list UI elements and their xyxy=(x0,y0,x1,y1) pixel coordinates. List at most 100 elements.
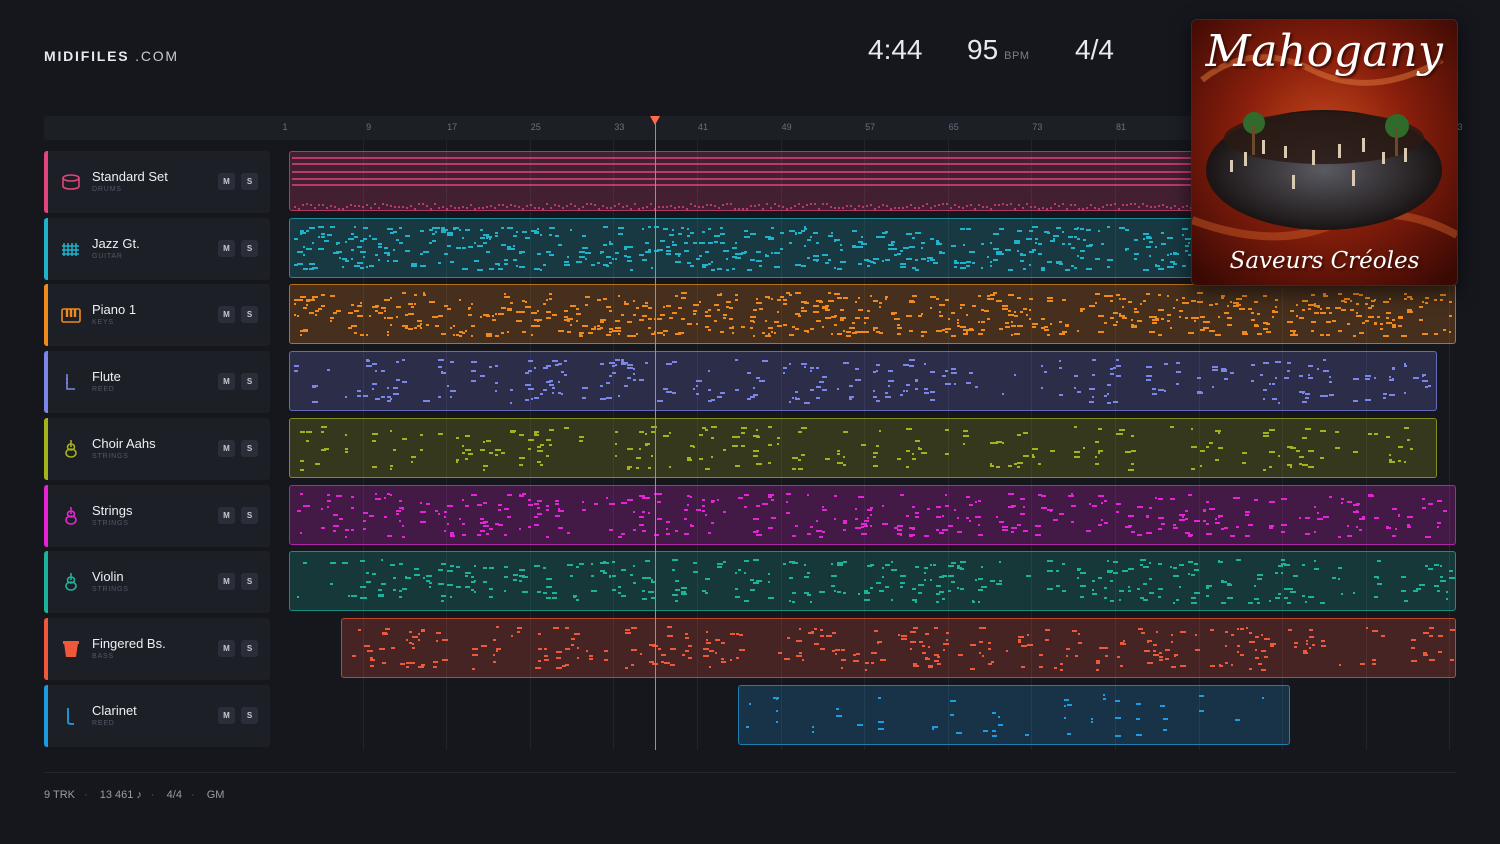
ruler-tick-label: 81 xyxy=(1115,122,1127,132)
album-title: Mahogany xyxy=(1205,26,1444,77)
clip-notes xyxy=(294,359,1431,404)
midi-standard: GM xyxy=(206,789,225,801)
ruler-tick-label: 41 xyxy=(697,122,709,132)
mute-button[interactable]: M xyxy=(218,440,235,457)
clip-notes xyxy=(352,626,1456,671)
ruler-tick-label: 65 xyxy=(948,122,959,132)
track-header[interactable]: Clarinet REED M S xyxy=(44,685,270,747)
drum-icon xyxy=(62,174,80,190)
midi-clip[interactable] xyxy=(341,618,1456,678)
midi-clip[interactable] xyxy=(289,351,1437,411)
track-name: Jazz Gt. xyxy=(92,236,140,251)
violin-icon xyxy=(65,440,77,458)
ruler-tick-label: 9 xyxy=(366,122,372,132)
solo-button[interactable]: S xyxy=(241,573,258,590)
tempo-display: 95 BPM xyxy=(967,34,1030,66)
track-count: 9 TRK xyxy=(44,789,75,801)
mute-button[interactable]: M xyxy=(218,240,235,257)
track-header[interactable]: Strings STRINGS M S xyxy=(44,485,270,547)
track-category: STRINGS xyxy=(92,453,129,460)
brand-name: MIDIFILES xyxy=(44,48,130,64)
solo-button[interactable]: S xyxy=(241,440,258,457)
track-category: STRINGS xyxy=(92,520,129,527)
track-category: DRUMS xyxy=(92,186,122,193)
track-category: BASS xyxy=(92,653,114,660)
mute-button[interactable]: M xyxy=(218,373,235,390)
mute-button[interactable]: M xyxy=(218,306,235,323)
midi-clip[interactable] xyxy=(289,551,1456,611)
solo-button[interactable]: S xyxy=(241,306,258,323)
ruler-tick-label: 1 xyxy=(282,122,288,132)
violin-icon xyxy=(65,507,77,525)
tempo-value: 95 xyxy=(967,34,999,65)
solo-button[interactable]: S xyxy=(241,707,258,724)
playhead[interactable] xyxy=(655,122,656,750)
track-name: Violin xyxy=(92,569,124,584)
track-category: REED xyxy=(92,386,115,393)
track-category: REED xyxy=(92,720,115,727)
solo-button[interactable]: S xyxy=(241,640,258,657)
midi-clip[interactable] xyxy=(289,284,1456,344)
track-color-bar xyxy=(44,551,48,613)
brand-logo: MIDIFILES .COM xyxy=(44,48,179,64)
flute-icon xyxy=(66,374,75,390)
track-header[interactable]: Flute REED M S xyxy=(44,351,270,413)
mute-button[interactable]: M xyxy=(218,507,235,524)
track-color-bar xyxy=(44,685,48,747)
track-header[interactable]: Fingered Bs. BASS M S xyxy=(44,618,270,680)
solo-button[interactable]: S xyxy=(241,373,258,390)
track-category: STRINGS xyxy=(92,586,129,593)
tempo-unit: BPM xyxy=(1004,50,1030,62)
violin-icon xyxy=(65,573,77,591)
track-name: Flute xyxy=(92,369,121,384)
track-header[interactable]: Standard Set DRUMS M S xyxy=(44,151,270,213)
track-header[interactable]: Violin STRINGS M S xyxy=(44,551,270,613)
track-header[interactable]: Piano 1 KEYS M S xyxy=(44,284,270,346)
track-color-bar xyxy=(44,218,48,280)
track-name: Strings xyxy=(92,503,133,518)
track-name: Fingered Bs. xyxy=(92,636,166,651)
album-cover: Mahogany Saveurs Créoles xyxy=(1191,19,1458,286)
track-category: KEYS xyxy=(92,319,114,326)
clarinet-icon xyxy=(67,708,75,725)
track-name: Piano 1 xyxy=(92,302,137,317)
mute-button[interactable]: M xyxy=(218,707,235,724)
song-duration: 4:44 xyxy=(868,34,923,65)
ruler-tick-label: 17 xyxy=(447,122,458,132)
ruler-tick-label: 57 xyxy=(865,122,876,132)
keys-icon xyxy=(61,308,81,323)
track-name: Standard Set xyxy=(92,169,168,184)
solo-button[interactable]: S xyxy=(241,173,258,190)
track-color-bar xyxy=(44,618,48,680)
track-category: GUITAR xyxy=(92,253,123,260)
mute-button[interactable]: M xyxy=(218,640,235,657)
footer-time-signature: 4/4 xyxy=(166,789,182,801)
track-color-bar xyxy=(44,351,48,413)
midi-clip[interactable] xyxy=(289,485,1456,545)
clip-notes xyxy=(746,694,1265,737)
solo-button[interactable]: S xyxy=(241,507,258,524)
midi-clip[interactable] xyxy=(738,685,1291,745)
track-color-bar xyxy=(44,284,48,346)
track-name: Choir Aahs xyxy=(92,436,156,451)
album-subtitle: Saveurs Créoles xyxy=(1229,248,1420,274)
solo-button[interactable]: S xyxy=(241,240,258,257)
track-header[interactable]: Jazz Gt. GUITAR M S xyxy=(44,218,270,280)
mute-button[interactable]: M xyxy=(218,573,235,590)
clip-notes xyxy=(294,292,1452,337)
note-count: 13 461 ♪ xyxy=(99,789,142,801)
brand-domain: .COM xyxy=(135,48,179,64)
time-signature: 4/4 xyxy=(1075,34,1114,65)
clip-notes xyxy=(297,559,1455,604)
ruler-tick-label: 49 xyxy=(781,122,792,132)
midi-clip[interactable] xyxy=(289,418,1437,478)
track-color-bar xyxy=(44,485,48,547)
bass-icon xyxy=(63,641,79,657)
track-name: Clarinet xyxy=(92,703,137,718)
clip-notes xyxy=(300,426,1413,471)
ruler-tick-label: 33 xyxy=(614,122,625,132)
track-header[interactable]: Choir Aahs STRINGS M S xyxy=(44,418,270,480)
footer-stats: 9 TRK · 13 461 ♪ · 4/4 · GM xyxy=(44,789,225,801)
ruler-tick-label: 73 xyxy=(1032,122,1043,132)
mute-button[interactable]: M xyxy=(218,173,235,190)
